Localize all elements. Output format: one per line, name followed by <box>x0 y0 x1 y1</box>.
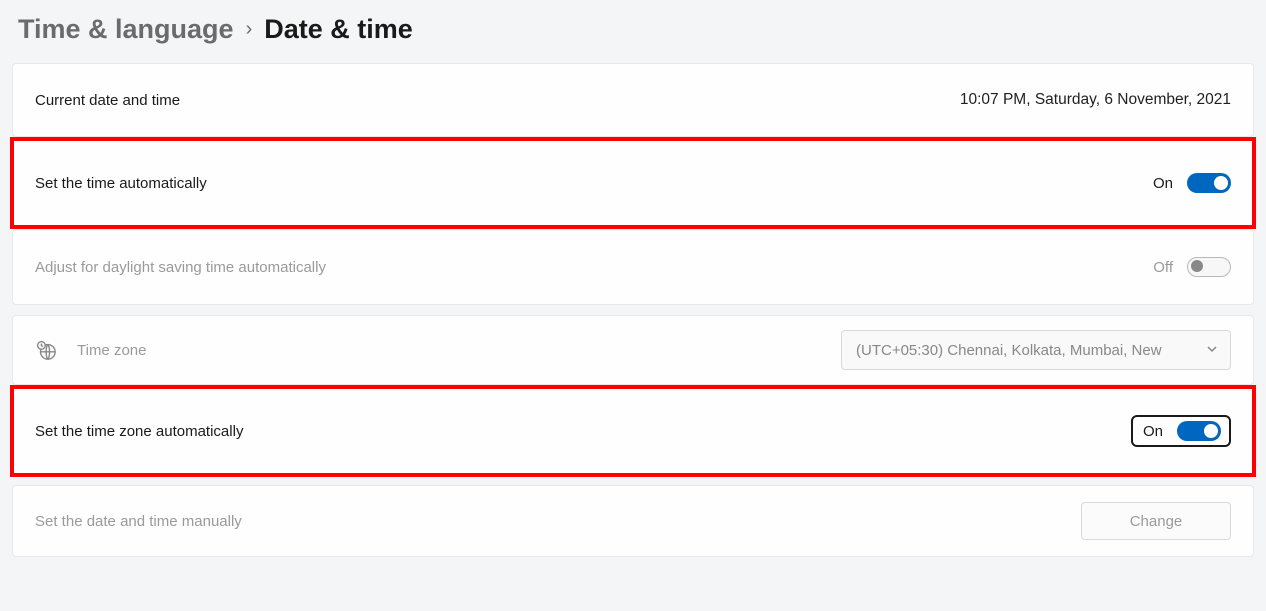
dst-auto-toggle <box>1187 257 1231 277</box>
current-datetime-value: 10:07 PM, Saturday, 6 November, 2021 <box>960 91 1231 109</box>
chevron-down-icon <box>1206 342 1218 359</box>
breadcrumb: Time & language › Date & time <box>0 0 1266 63</box>
row-set-manually: Set the date and time manually Change <box>12 485 1254 557</box>
timezone-dropdown: (UTC+05:30) Chennai, Kolkata, Mumbai, Ne… <box>841 330 1231 370</box>
set-timezone-automatically-label: Set the time zone automatically <box>35 423 243 440</box>
row-set-timezone-automatically: Set the time zone automatically On <box>12 387 1254 475</box>
row-dst-auto: Adjust for daylight saving time automati… <box>12 229 1254 305</box>
toggle-thumb <box>1191 260 1203 272</box>
toggle-thumb <box>1204 424 1218 438</box>
set-time-automatically-state: On <box>1153 175 1173 192</box>
dst-auto-label: Adjust for daylight saving time automati… <box>35 259 326 276</box>
set-timezone-automatically-state: On <box>1143 423 1163 440</box>
dst-auto-state: Off <box>1153 259 1173 276</box>
settings-list: Current date and time 10:07 PM, Saturday… <box>12 63 1254 557</box>
row-timezone: Time zone (UTC+05:30) Chennai, Kolkata, … <box>12 315 1254 385</box>
change-button: Change <box>1081 502 1231 540</box>
timezone-label: Time zone <box>77 342 146 359</box>
breadcrumb-parent[interactable]: Time & language <box>18 14 234 45</box>
row-current-datetime: Current date and time 10:07 PM, Saturday… <box>12 63 1254 137</box>
breadcrumb-current: Date & time <box>264 14 413 45</box>
row-set-time-automatically: Set the time automatically On <box>12 139 1254 227</box>
toggle-thumb <box>1214 176 1228 190</box>
set-time-automatically-label: Set the time automatically <box>35 175 207 192</box>
chevron-right-icon: › <box>246 18 253 41</box>
change-button-label: Change <box>1130 513 1183 530</box>
current-datetime-label: Current date and time <box>35 92 180 109</box>
globe-clock-icon <box>35 339 57 361</box>
timezone-selected: (UTC+05:30) Chennai, Kolkata, Mumbai, Ne… <box>856 342 1198 359</box>
set-timezone-automatically-toggle[interactable] <box>1177 421 1221 441</box>
focus-ring: On <box>1131 415 1231 447</box>
set-time-automatically-toggle[interactable] <box>1187 173 1231 193</box>
set-manually-label: Set the date and time manually <box>35 513 242 530</box>
